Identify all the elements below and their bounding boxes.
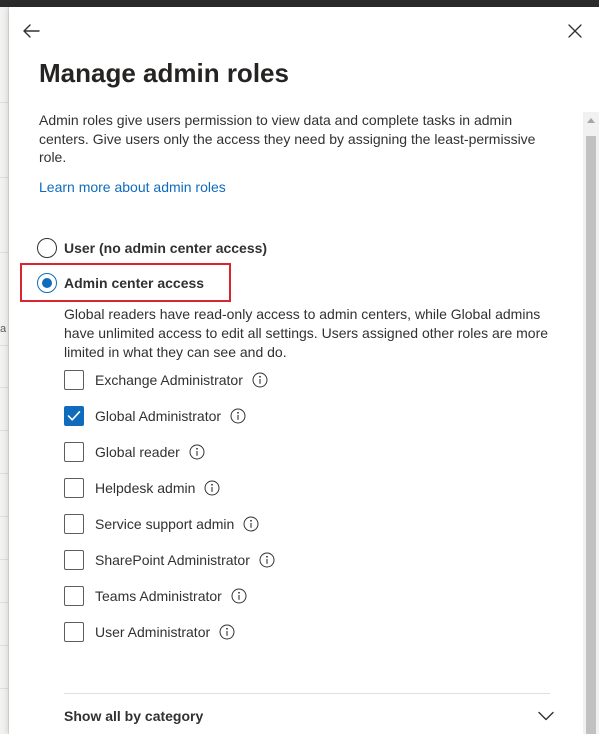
role-checkbox[interactable] — [64, 586, 84, 606]
role-label: SharePoint Administrator — [95, 552, 250, 568]
radio-button-selected[interactable] — [37, 273, 57, 293]
show-all-by-category-toggle[interactable]: Show all by category — [64, 704, 554, 728]
role-label: Helpdesk admin — [95, 480, 196, 496]
background-row-divider — [0, 252, 9, 253]
close-button[interactable] — [561, 17, 589, 45]
role-label: Teams Administrator — [95, 588, 222, 604]
scrollbar-thumb[interactable] — [586, 136, 596, 734]
close-icon — [568, 24, 582, 38]
role-checkbox[interactable] — [64, 442, 84, 462]
role-teams-administrator: Teams Administrator — [64, 585, 247, 607]
role-helpdesk-admin: Helpdesk admin — [64, 477, 220, 499]
background-row-divider — [0, 177, 9, 178]
info-icon[interactable] — [231, 588, 247, 604]
radio-button[interactable] — [37, 238, 57, 258]
checkmark-icon — [67, 411, 81, 421]
radio-label: Admin center access — [64, 275, 205, 291]
background-row-divider — [0, 345, 9, 346]
role-label: Global reader — [95, 444, 180, 460]
panel-description: Admin roles give users permission to vie… — [39, 112, 536, 165]
info-icon[interactable] — [243, 516, 259, 532]
role-label: Exchange Administrator — [95, 372, 243, 388]
category-toggle-label: Show all by category — [64, 708, 204, 724]
radio-label: User (no admin center access) — [64, 240, 268, 256]
role-sharepoint-administrator: SharePoint Administrator — [64, 549, 275, 571]
role-checkbox[interactable] — [64, 550, 84, 570]
background-row-divider — [0, 102, 9, 103]
admin-access-description: Global readers have read-only access to … — [64, 306, 549, 360]
top-bar — [0, 0, 599, 7]
role-label: Global Administrator — [95, 408, 222, 424]
role-global-administrator: Global Administrator — [64, 405, 246, 427]
info-icon[interactable] — [219, 624, 235, 640]
panel-title: Manage admin roles — [39, 58, 289, 88]
background-row-divider — [0, 516, 9, 517]
info-icon[interactable] — [259, 552, 275, 568]
info-icon[interactable] — [189, 444, 205, 460]
role-service-support-admin: Service support admin — [64, 513, 259, 535]
radio-user-no-admin[interactable]: User (no admin center access) — [37, 236, 267, 260]
arrow-left-icon — [23, 24, 40, 38]
background-row-divider — [0, 430, 9, 431]
role-user-administrator: User Administrator — [64, 621, 235, 643]
info-icon[interactable] — [230, 408, 246, 424]
manage-admin-roles-panel: Manage admin roles Admin roles give user… — [9, 7, 599, 734]
background-row-divider — [0, 645, 9, 646]
radio-selected-dot — [42, 278, 52, 288]
role-global-reader: Global reader — [64, 441, 205, 463]
role-checkbox-checked[interactable] — [64, 406, 84, 426]
background-row-divider — [0, 473, 9, 474]
background-row-divider — [0, 559, 9, 560]
back-button[interactable] — [17, 17, 45, 45]
chevron-down-icon — [538, 711, 554, 721]
role-exchange-administrator: Exchange Administrator — [64, 369, 268, 391]
info-icon[interactable] — [204, 480, 220, 496]
background-row-divider — [0, 688, 9, 689]
scroll-up-arrow-icon[interactable] — [587, 118, 595, 123]
learn-more-link[interactable]: Learn more about admin roles — [39, 178, 226, 196]
radio-admin-center-access[interactable]: Admin center access — [37, 271, 204, 295]
background-text-fragment: a — [0, 323, 7, 335]
background-page: a — [0, 7, 9, 734]
role-checkbox[interactable] — [64, 370, 84, 390]
panel-scrollbar[interactable] — [583, 112, 599, 734]
role-checkbox[interactable] — [64, 478, 84, 498]
role-checkbox[interactable] — [64, 622, 84, 642]
role-checkbox[interactable] — [64, 514, 84, 534]
info-icon[interactable] — [252, 372, 268, 388]
role-label: Service support admin — [95, 516, 235, 532]
background-row-divider — [0, 387, 9, 388]
background-row-divider — [0, 602, 9, 603]
section-divider — [64, 693, 550, 694]
role-label: User Administrator — [95, 624, 211, 640]
